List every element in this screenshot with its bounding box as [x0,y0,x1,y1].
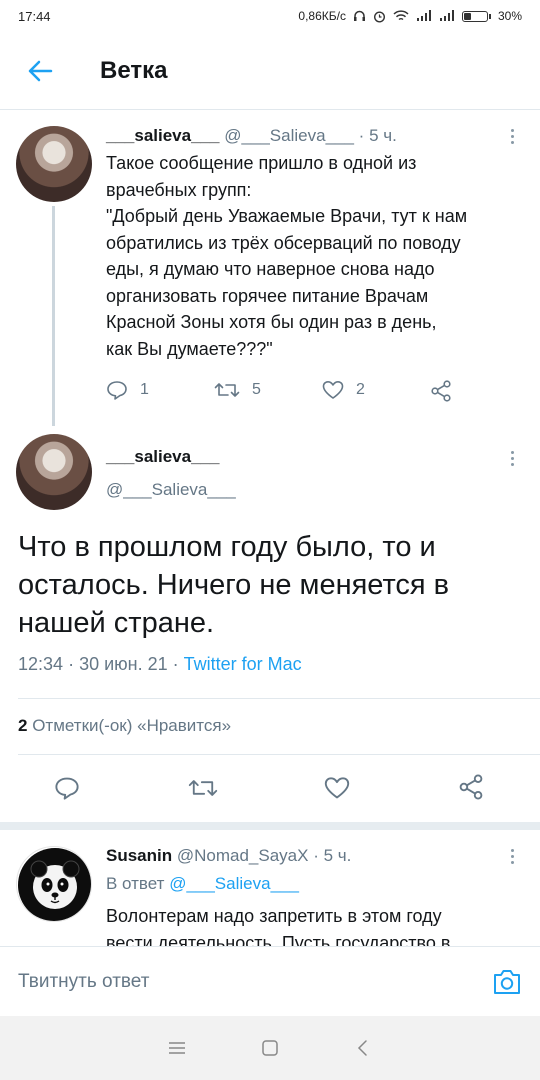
tweet-source[interactable]: Twitter for Mac [184,654,302,674]
like-count: 2 [356,381,365,398]
panda-avatar-icon [18,848,91,921]
tweet-header: ___salieva___ @___Salieva___ · 5 ч. [106,126,397,146]
retweet-icon [188,780,218,796]
separator: · [172,654,179,674]
separator: · [313,846,319,865]
avatar[interactable] [16,434,92,510]
in-reply-to: В ответ @___Salieva___ [106,874,299,894]
avatar[interactable] [16,846,92,922]
retweet-button[interactable] [188,776,218,800]
author-handle[interactable]: @___Salieva___ [224,126,354,145]
author-name[interactable]: ___salieva___ [106,126,219,145]
battery-icon [461,10,491,22]
tweet-line: "Добрый день Уважаемые Врачи, тут к нам [106,206,468,226]
tweet-date: 30 июн. 21 [79,654,168,674]
likes-summary[interactable]: 2 Отметки(-ок) «Нравится» [18,716,231,736]
tweet-line: Волонтерам надо запретить в этом году [106,906,442,926]
tweet-line: нашей стране. [18,607,215,639]
page-title: Ветка [100,56,168,84]
tweet-time: 12:34 [18,654,64,674]
tweet-line: осталось. Ничего не меняется в [18,569,450,601]
headphones-icon [353,10,365,21]
author-handle[interactable]: @Nomad_SayaX [177,846,309,865]
arrow-left-icon [28,60,53,81]
tweet-line: Что в прошлом году было, то и [18,531,436,563]
camera-button[interactable] [492,968,522,996]
more-options-icon[interactable] [500,124,524,148]
tweet-line: вести деятельность. Пусть государство в [106,932,451,947]
tweet-line: организовать горячее питание Врачам [106,285,429,306]
retweet-count: 5 [252,381,261,398]
author-name[interactable]: Susanin [106,846,172,865]
likes-label: Отметки(-ок) «Нравится» [32,716,232,735]
home-square-icon [262,1040,278,1056]
tweet-time: 5 ч. [369,126,397,145]
status-bar: 17:44 0,86КБ/с 30% [0,0,540,32]
tweet-text: Волонтерам надо запретить в этом году ве… [106,903,526,946]
reply-button[interactable]: 1 [106,380,149,400]
retweet-button[interactable]: 5 [214,380,261,400]
retweet-icon [214,383,240,397]
app-header: Ветка [0,32,540,110]
section-divider [0,822,540,830]
tweet-line: обратились из трёх обсерваций по поводу [106,232,461,253]
status-icons: 0,86КБ/с 30% [298,9,522,23]
tweet-text: Такое сообщение пришло в одной из врачеб… [106,150,526,362]
chevron-left-icon [358,1040,368,1056]
like-button[interactable] [324,776,350,800]
home-button[interactable] [255,1033,285,1063]
in-reply-handle[interactable]: @___Salieva___ [169,874,299,893]
heart-icon [322,381,344,399]
tweet-line: как Вы думаете???" [106,338,273,359]
more-options-icon[interactable] [500,844,524,868]
battery-percent: 30% [497,9,522,23]
tweet-line: еды, я думаю что наверное снова надо [106,259,435,279]
reply-icon [55,777,79,800]
net-speed: 0,86КБ/с [298,9,346,23]
likes-count: 2 [18,716,28,735]
tweet-line: врачебных групп: [106,179,252,200]
status-time: 17:44 [18,8,51,24]
back-button[interactable] [0,32,80,110]
signal-icon [416,10,431,21]
tweet-time: 5 ч. [323,846,352,865]
separator: · [68,654,75,674]
share-icon [459,774,483,800]
share-button[interactable] [430,380,452,402]
share-button[interactable] [458,774,484,800]
reply-input[interactable]: Твитнуть ответ [18,971,149,993]
author-name[interactable]: ___salieva___ [106,447,219,467]
menu-icon [168,1042,185,1054]
signal-2-icon [439,10,454,21]
divider [18,754,540,755]
more-options-icon[interactable] [500,446,524,470]
in-reply-prefix: В ответ [106,874,165,893]
system-nav-bar [0,1016,540,1080]
reply-compose-bar[interactable]: Твитнуть ответ [0,946,540,1016]
tweet-text: Что в прошлом году было, то и осталось. … [18,528,518,642]
author-handle[interactable]: @___Salieva___ [106,480,236,500]
share-icon [431,380,451,402]
menu-button[interactable] [162,1033,192,1063]
alarm-icon [373,10,385,23]
reply-icon [107,381,127,400]
wifi-icon [393,10,409,21]
reply-count: 1 [140,381,149,398]
like-button[interactable]: 2 [322,380,365,400]
tweet-header: Susanin @Nomad_SayaX · 5 ч. [106,846,351,866]
divider [18,698,540,699]
reply-button[interactable] [54,776,80,800]
separator: · [358,126,365,145]
tweet-line: Красной Зоны хотя бы один раз в день, [106,312,437,332]
avatar[interactable] [16,126,92,202]
camera-icon [494,969,520,994]
system-back-button[interactable] [348,1033,378,1063]
tweet-line: Такое сообщение пришло в одной из [106,153,417,173]
heart-icon [324,777,350,799]
tweet-meta: 12:34 · 30 июн. 21 · Twitter for Mac [18,654,302,675]
thread-line [52,206,55,426]
